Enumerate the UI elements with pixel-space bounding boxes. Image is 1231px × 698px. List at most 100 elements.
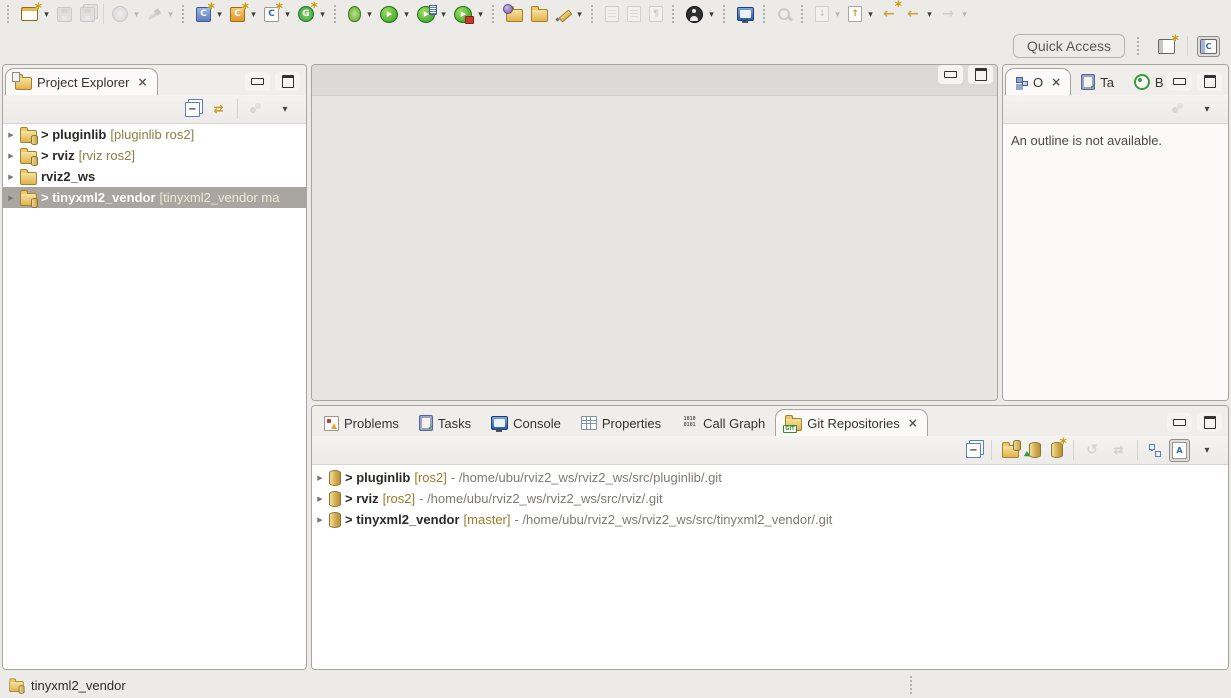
expander-icon[interactable]: ▶ xyxy=(315,495,325,503)
new-wizard-dropdown[interactable]: ▾ xyxy=(41,9,52,20)
cpp-perspective-icon[interactable]: C xyxy=(1197,36,1220,57)
back-dropdown[interactable]: ▾ xyxy=(924,9,935,20)
status-bar-handle xyxy=(910,676,912,694)
highlighter-pen-dropdown[interactable]: ▾ xyxy=(574,9,585,20)
tab-properties[interactable]: Properties xyxy=(571,409,671,436)
breakpoints-icon xyxy=(1134,74,1150,90)
new-cpp-project-icon[interactable]: C xyxy=(227,4,248,25)
new-c-file-icon[interactable]: C xyxy=(261,4,282,25)
tab-task-list[interactable]: Ta xyxy=(1071,68,1124,95)
profile-dropdown[interactable]: ▾ xyxy=(438,9,449,20)
terminal-icon[interactable] xyxy=(734,4,757,24)
forward-icon: → xyxy=(937,3,959,26)
open-resource-icon[interactable] xyxy=(503,3,526,25)
last-edit-location-icon[interactable]: ← xyxy=(878,3,900,26)
run-dropdown[interactable]: ▾ xyxy=(401,9,412,20)
new-gerrit-task-dropdown[interactable]: ▾ xyxy=(317,9,328,20)
maximize-button[interactable] xyxy=(1197,413,1222,432)
add-repository-icon[interactable] xyxy=(999,439,1022,461)
new-cpp-project-dropdown[interactable]: ▾ xyxy=(248,9,259,20)
tab-console[interactable]: Console xyxy=(481,409,571,436)
external-tools-icon[interactable]: ▶ xyxy=(451,3,475,26)
tab-tasks[interactable]: Tasks xyxy=(409,409,481,436)
repository-item[interactable]: ▶> rviz[ros2]- /home/ubu/rviz2_ws/rviz2_… xyxy=(312,488,1228,509)
expander-icon[interactable]: ▶ xyxy=(315,516,325,524)
new-wizard-icon[interactable] xyxy=(18,4,41,24)
hierarchy-layout-icon[interactable] xyxy=(1145,440,1165,460)
back-icon[interactable]: ← xyxy=(902,3,924,26)
tab-breakpoints[interactable]: B xyxy=(1124,68,1167,95)
previous-annotation-dropdown[interactable]: ▾ xyxy=(865,9,876,20)
expander-icon[interactable]: ▶ xyxy=(6,194,16,202)
new-cpp-class-dropdown[interactable]: ▾ xyxy=(214,9,225,20)
tree-item[interactable]: ▶> rviz[rviz ros2] xyxy=(3,145,306,166)
view-menu-icon[interactable]: ▾ xyxy=(272,98,298,121)
focus-icon xyxy=(245,98,268,121)
expander-icon[interactable]: ▶ xyxy=(6,152,16,160)
repository-item[interactable]: ▶> tinyxml2_vendor[master]- /home/ubu/rv… xyxy=(312,509,1228,530)
maximize-button[interactable] xyxy=(968,65,993,84)
maximize-icon xyxy=(975,68,987,81)
build-all-dropdown: ▾ xyxy=(165,9,176,20)
tree-item[interactable]: ▶ rviz2_ws xyxy=(3,166,306,187)
close-icon[interactable]: × xyxy=(137,75,147,89)
tab-project-explorer[interactable]: Project Explorer× xyxy=(5,68,158,95)
quick-access-button[interactable]: Quick Access xyxy=(1013,34,1125,58)
repository-name: > pluginlib xyxy=(345,470,410,485)
user-profile-dropdown[interactable]: ▾ xyxy=(706,9,717,20)
minimize-button[interactable] xyxy=(1167,72,1192,91)
open-perspective-icon[interactable] xyxy=(1155,36,1178,57)
debug-icon[interactable] xyxy=(345,3,364,25)
view-menu-icon[interactable]: ▾ xyxy=(1194,439,1220,462)
maximize-button[interactable] xyxy=(1197,72,1222,91)
new-c-file-dropdown[interactable]: ▾ xyxy=(282,9,293,20)
tree-item[interactable]: ▶> pluginlib[pluginlib ros2] xyxy=(3,124,306,145)
branch-label: [ros2] xyxy=(414,470,447,485)
expander-icon[interactable]: ▶ xyxy=(6,131,16,139)
highlighter-pen-icon[interactable] xyxy=(553,4,574,25)
tab-problems[interactable]: Problems xyxy=(314,409,409,436)
view-menu-icon[interactable]: ▾ xyxy=(1194,98,1220,121)
expander-icon[interactable]: ▶ xyxy=(6,173,16,181)
maximize-button[interactable] xyxy=(275,72,300,91)
minimize-button[interactable] xyxy=(245,72,270,91)
minimize-button[interactable] xyxy=(938,65,963,84)
new-gerrit-task-icon[interactable]: G xyxy=(295,3,317,25)
pilcrow-doc-icon: ¶ xyxy=(646,3,666,25)
open-folder-icon[interactable] xyxy=(528,3,551,25)
toggle-branch-representation-icon[interactable]: A xyxy=(1169,439,1190,462)
close-icon[interactable]: × xyxy=(908,416,918,430)
repository-item[interactable]: ▶> pluginlib[ros2]- /home/ubu/rviz2_ws/r… xyxy=(312,467,1228,488)
minimize-button[interactable] xyxy=(1167,413,1192,432)
tab-git-repositories[interactable]: Git Repositories× xyxy=(775,409,928,436)
clone-repository-icon[interactable] xyxy=(1026,439,1044,461)
tab-call-graph[interactable]: 1010 0101Call Graph xyxy=(671,409,775,436)
collapse-all-icon[interactable]: − xyxy=(182,99,203,120)
project-explorer-panel: Project Explorer× −⇄ ▾ ▶> pluginlib[plugi… xyxy=(2,64,307,670)
collapse-all-icon[interactable]: − xyxy=(963,440,984,461)
debug-dropdown[interactable]: ▾ xyxy=(364,9,375,20)
new-cpp-class-icon[interactable]: C xyxy=(193,4,214,25)
tree-item[interactable]: ▶> tinyxml2_vendor[tinyxml2_vendor ma xyxy=(3,187,306,208)
external-tools-dropdown[interactable]: ▾ xyxy=(475,9,486,20)
save-all-icon xyxy=(77,4,98,25)
previous-annotation-icon[interactable]: ↑ xyxy=(845,3,865,25)
search-icon xyxy=(774,4,795,25)
tab-label: O xyxy=(1033,75,1043,90)
close-icon[interactable]: × xyxy=(1051,75,1061,89)
repository-icon xyxy=(329,491,341,507)
run-icon[interactable]: ▶ xyxy=(377,3,401,26)
toolbar-handle xyxy=(492,5,497,23)
tasks-icon xyxy=(419,415,433,431)
link-with-editor-icon[interactable]: ⇄ xyxy=(207,98,230,121)
status-selection-label: tinyxml2_vendor xyxy=(31,678,126,693)
create-repository-icon[interactable] xyxy=(1048,439,1066,461)
tree-item-label: rviz2_ws xyxy=(41,169,95,184)
toolbar-handle xyxy=(763,5,768,23)
user-profile-icon[interactable] xyxy=(683,3,706,26)
branch-label: [ros2] xyxy=(383,491,416,506)
tab-outline[interactable]: O× xyxy=(1005,68,1071,95)
build-all-icon xyxy=(144,4,165,25)
expander-icon[interactable]: ▶ xyxy=(315,474,325,482)
profile-icon[interactable]: ▶ xyxy=(414,3,438,26)
